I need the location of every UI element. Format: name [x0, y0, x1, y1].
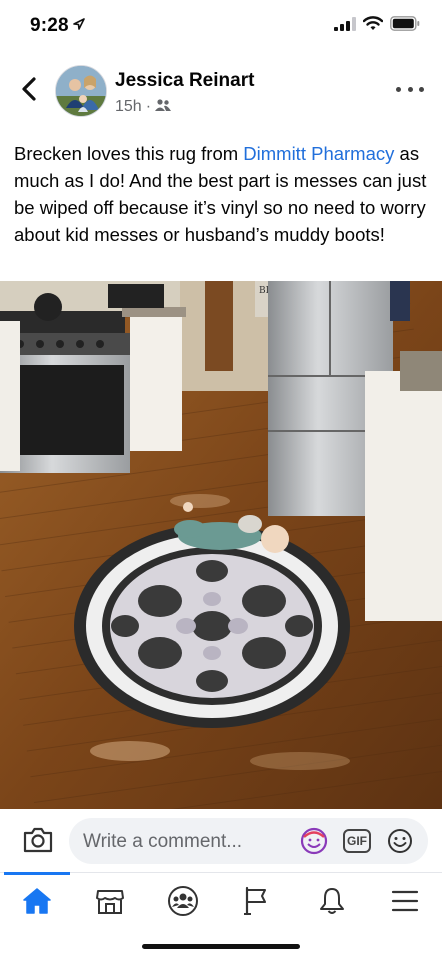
post-time[interactable]: 15h [115, 98, 142, 116]
post-header: Jessica Reinart 15h · [0, 62, 442, 122]
pages-flag-icon [244, 886, 266, 916]
comment-placeholder: Write a comment... [83, 831, 243, 852]
menu-icon [391, 890, 419, 912]
page-link[interactable]: Dimmitt Pharmacy [243, 143, 394, 164]
comment-bar: Write a comment... GIF [0, 810, 442, 872]
avatar-sticker-button[interactable] [299, 826, 329, 856]
more-dot [407, 86, 413, 92]
battery-icon [390, 16, 420, 36]
tab-pages[interactable] [234, 883, 278, 919]
tab-groups[interactable] [161, 883, 205, 919]
tab-notifications[interactable] [310, 883, 354, 919]
status-bar: 9:28 [0, 0, 442, 52]
camera-button[interactable] [22, 826, 54, 854]
post-text-part: Brecken loves this rug from [14, 143, 244, 164]
back-arrow-icon [22, 77, 36, 101]
post-meta: 15h · [115, 98, 172, 116]
gif-icon: GIF [347, 834, 367, 848]
home-icon [23, 888, 51, 914]
notifications-bell-icon [320, 888, 344, 914]
signal-icon [334, 16, 356, 36]
wifi-icon [362, 16, 384, 36]
groups-icon [168, 886, 198, 916]
emoji-button[interactable] [387, 828, 413, 854]
tab-home[interactable] [15, 883, 59, 919]
tab-marketplace[interactable] [88, 883, 132, 919]
active-tab-indicator [4, 872, 70, 875]
camera-icon [23, 827, 53, 853]
author-name[interactable]: Jessica Reinart [115, 70, 254, 92]
more-dot [419, 86, 424, 92]
meta-separator: · [145, 98, 152, 115]
more-dot [396, 86, 401, 92]
more-options-button[interactable] [396, 82, 424, 96]
gif-button[interactable]: GIF [343, 829, 371, 853]
post-text: Brecken loves this rug from Dimmitt Phar… [14, 140, 428, 248]
comment-input[interactable]: Write a comment... GIF [69, 818, 428, 864]
author-avatar[interactable] [55, 65, 107, 117]
tab-menu[interactable] [383, 883, 427, 919]
home-indicator [142, 944, 300, 949]
avatar-sticker-icon [300, 827, 328, 855]
post-photo[interactable]: BLESS [0, 281, 442, 809]
friends-icon [155, 98, 172, 116]
marketplace-icon [96, 890, 124, 914]
emoji-icon [388, 829, 412, 853]
back-button[interactable] [14, 72, 44, 106]
location-arrow-icon [73, 14, 85, 36]
status-time: 9:28 [30, 15, 69, 36]
